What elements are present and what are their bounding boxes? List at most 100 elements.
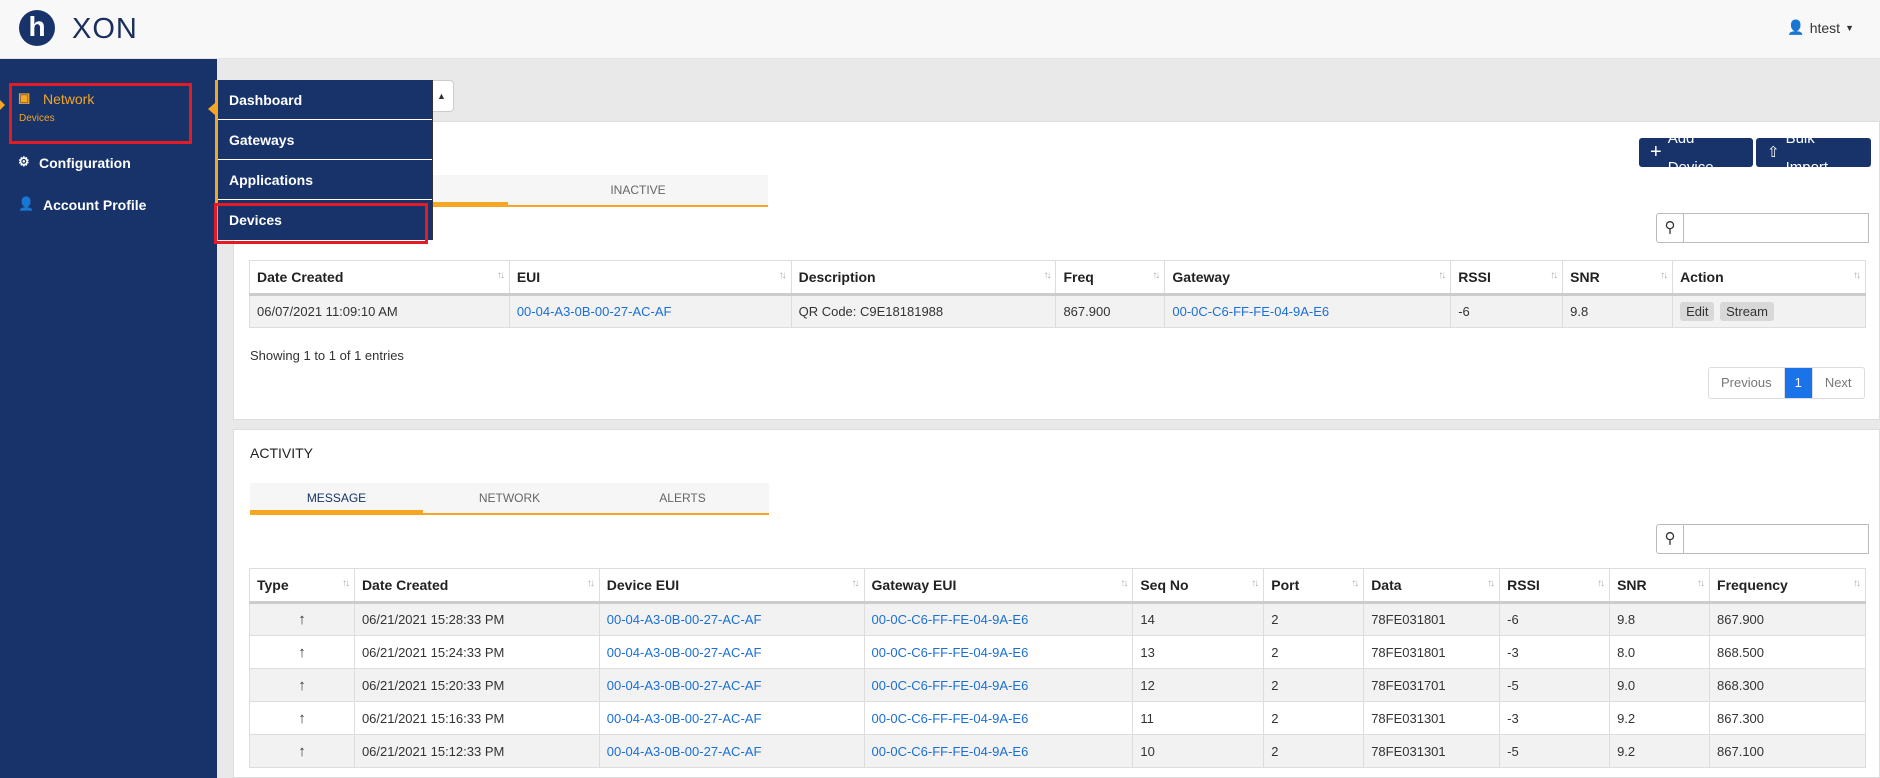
column-header[interactable]: Frequency ↑↓ [1709, 568, 1866, 604]
type-up-arrow-icon: ↑ [249, 701, 355, 735]
previous-button[interactable]: Previous [1709, 368, 1785, 398]
sort-icon: ↑↓ [778, 270, 787, 281]
activity-title: ACTIVITY [250, 445, 314, 461]
sort-icon: ↑↓ [1853, 270, 1861, 281]
edit-button[interactable]: Edit [1680, 302, 1715, 321]
column-header[interactable]: SNR ↑↓ [1609, 568, 1711, 604]
table-row: ↑ 06/21/2021 15:16:33 PM 00-04-A3-0B-00-27… [249, 701, 1866, 735]
column-header[interactable]: Freq ↑↓ [1055, 260, 1166, 296]
cell-rssi: -5 [1499, 734, 1611, 768]
user-name: htest [1809, 19, 1841, 36]
menu-item-applications[interactable]: Applications [218, 160, 432, 200]
stream-button[interactable]: Stream [1720, 302, 1774, 321]
column-header[interactable]: Description ↑↓ [790, 260, 1057, 296]
device-eui-link[interactable]: 00-04-A3-0B-00-27-AC-AF [607, 645, 762, 660]
table-row: ↑ 06/21/2021 15:28:33 PM 00-04-A3-0B-00-27… [249, 602, 1866, 636]
cell-seq: 10 [1132, 734, 1265, 768]
devices-search: ⚲ [1656, 213, 1869, 243]
search-input[interactable] [1684, 213, 1869, 243]
gateway-eui-link[interactable]: 00-0C-C6-FF-FE-04-9A-E6 [872, 678, 1029, 693]
column-header[interactable]: Gateway ↑↓ [1164, 260, 1452, 296]
flyout-pointer [208, 103, 215, 115]
menu-item-gateways[interactable]: Gateways [218, 120, 432, 160]
cell-seq: 11 [1132, 701, 1265, 735]
column-header[interactable]: Data ↑↓ [1363, 568, 1501, 604]
activity-table: Type ↑↓ Date Created ↑↓ Device EUI ↑↓ Gatew… [249, 568, 1866, 768]
cell-data: 78FE031301 [1363, 734, 1501, 768]
cell-description: QR Code: C9E18181988 [790, 294, 1057, 328]
type-up-arrow-icon: ↑ [249, 635, 355, 669]
sidebar-item-account-profile[interactable]: 👤 Account Profile [0, 192, 217, 220]
search-icon[interactable]: ⚲ [1656, 524, 1684, 554]
gateway-eui-link[interactable]: 00-0C-C6-FF-FE-04-9A-E6 [872, 612, 1029, 627]
cell-seq: 14 [1132, 602, 1265, 636]
caret-down-icon: ▼ [1845, 22, 1854, 33]
logo-icon: h [19, 10, 55, 46]
column-header[interactable]: EUI ↑↓ [508, 260, 792, 296]
top-bar: h XON 👤 htest ▼ [0, 0, 1880, 59]
menu-item-dashboard[interactable]: Dashboard [218, 80, 432, 120]
page-selector[interactable]: ▲ [430, 80, 454, 112]
bulk-import-label: Bulk Import [1785, 129, 1829, 176]
device-eui-link[interactable]: 00-04-A3-0B-00-27-AC-AF [607, 678, 762, 693]
device-eui-link[interactable]: 00-04-A3-0B-00-27-AC-AF [607, 612, 762, 627]
add-device-label: Add Device [1667, 129, 1714, 176]
sort-icon: ↑↓ [1660, 270, 1668, 281]
next-button[interactable]: Next [1813, 368, 1864, 398]
tab-message[interactable]: MESSAGE [250, 483, 423, 513]
device-eui-link[interactable]: 00-04-A3-0B-00-27-AC-AF [607, 711, 762, 726]
column-header[interactable]: SNR ↑↓ [1562, 260, 1674, 296]
cell-date: 06/21/2021 15:24:33 PM [353, 635, 600, 669]
cell-frequency: 867.300 [1709, 701, 1866, 735]
cell-rssi: -3 [1499, 701, 1611, 735]
column-header[interactable]: Action ↑↓ [1672, 260, 1866, 296]
sort-icon: ↑↓ [1487, 578, 1495, 589]
column-header[interactable]: RSSI ↑↓ [1450, 260, 1564, 296]
search-input[interactable] [1684, 524, 1869, 554]
brand-name: XON [72, 13, 138, 45]
device-eui-link[interactable]: 00-04-A3-0B-00-27-AC-AF [517, 304, 672, 319]
sort-icon: ↑↓ [341, 578, 350, 589]
column-header[interactable]: Date Created ↑↓ [249, 260, 510, 296]
column-header[interactable]: Device EUI ↑↓ [598, 568, 865, 604]
column-header[interactable]: Seq No ↑↓ [1132, 568, 1265, 604]
sort-icon: ↑↓ [1697, 578, 1705, 589]
logo-letter: h [28, 11, 46, 42]
sidebar-item-configuration[interactable]: ⚙ Configuration [0, 150, 217, 178]
bulk-import-button[interactable]: ⇧ Bulk Import [1756, 130, 1871, 176]
tab-inactive[interactable]: INACTIVE [508, 175, 768, 205]
column-header[interactable]: Date Created ↑↓ [353, 568, 600, 604]
tab-alerts[interactable]: ALERTS [596, 483, 769, 513]
gateway-eui-link[interactable]: 00-0C-C6-FF-FE-04-9A-E6 [872, 744, 1029, 759]
add-device-button[interactable]: + Add Device [1639, 130, 1753, 176]
activity-search: ⚲ [1656, 524, 1869, 554]
cell-rssi: -3 [1499, 635, 1611, 669]
gateway-link[interactable]: 00-0C-C6-FF-FE-04-9A-E6 [1172, 304, 1329, 319]
table-row: ↑ 06/21/2021 15:24:33 PM 00-04-A3-0B-00-27… [249, 635, 1866, 669]
sort-icon: ↑↓ [1853, 578, 1861, 589]
cell-date: 06/21/2021 15:28:33 PM [353, 602, 600, 636]
sort-icon: ↑↓ [1550, 270, 1558, 281]
gateway-eui-link[interactable]: 00-0C-C6-FF-FE-04-9A-E6 [872, 645, 1029, 660]
upload-icon: ⇧ [1767, 144, 1780, 161]
gear-icon: ⚙ [18, 154, 30, 169]
table-row: 06/07/2021 11:09:10 AM 00-04-A3-0B-00-27… [249, 294, 1866, 328]
user-icon: 👤 [1787, 19, 1805, 35]
column-header[interactable]: Type ↑↓ [249, 568, 355, 604]
cell-rssi: -6 [1499, 602, 1611, 636]
sort-icon: ↑↓ [586, 578, 595, 589]
cell-port: 2 [1263, 602, 1365, 636]
entries-info: Showing 1 to 1 of 1 entries [250, 348, 404, 363]
column-header[interactable]: RSSI ↑↓ [1499, 568, 1611, 604]
gateway-eui-link[interactable]: 00-0C-C6-FF-FE-04-9A-E6 [872, 711, 1029, 726]
sidebar: ▣ Network Devices ⚙ Configuration 👤 Acco… [0, 59, 217, 778]
device-eui-link[interactable]: 00-04-A3-0B-00-27-AC-AF [607, 744, 762, 759]
sort-icon: ↑↓ [1351, 578, 1359, 589]
search-icon[interactable]: ⚲ [1656, 213, 1684, 243]
page-1-button[interactable]: 1 [1784, 368, 1813, 398]
sort-icon: ↑↓ [851, 578, 860, 589]
column-header[interactable]: Port ↑↓ [1263, 568, 1365, 604]
tab-network[interactable]: NETWORK [423, 483, 596, 513]
user-menu[interactable]: 👤 htest ▼ [1787, 19, 1854, 36]
column-header[interactable]: Gateway EUI ↑↓ [863, 568, 1134, 604]
